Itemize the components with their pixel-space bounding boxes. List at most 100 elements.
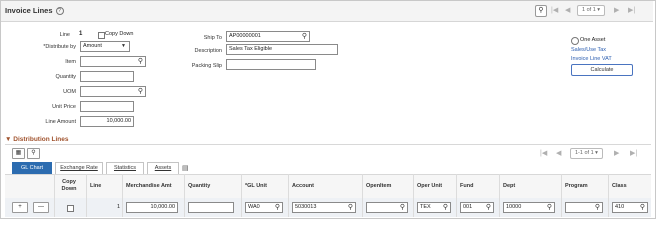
next-page-icon[interactable]: ▶ <box>614 149 619 157</box>
gl-unit-value: WA0 <box>248 204 260 210</box>
item-input[interactable]: ⚲ <box>80 56 146 67</box>
col-program: Program <box>565 183 588 189</box>
tab-statistics[interactable]: Statistics <box>106 162 144 174</box>
search-icon[interactable]: ⚲ <box>640 203 645 212</box>
copy-down-label: Copy Down <box>105 31 134 37</box>
search-icon[interactable]: ⚲ <box>348 203 353 212</box>
col-line: Line <box>90 183 102 189</box>
account-input[interactable]: 5030013 ⚲ <box>292 202 356 213</box>
invoice-line-vat-link[interactable]: Invoice Line VAT <box>571 56 612 62</box>
divider <box>54 174 55 217</box>
header-pager[interactable]: 1 of 1 ▾ <box>577 5 606 16</box>
row-line-value: 1 <box>117 204 121 210</box>
class-input[interactable]: 410 ⚲ <box>612 202 648 213</box>
program-input[interactable]: ⚲ <box>565 202 603 213</box>
distribution-lines-title: Distribution Lines <box>13 136 69 143</box>
line-amount-input[interactable]: 10,000.00 <box>80 116 134 127</box>
search-icon[interactable]: ⚲ <box>302 32 307 41</box>
sales-use-tax-link[interactable]: Sales/Use Tax <box>571 47 606 53</box>
item-label: Item <box>65 59 76 65</box>
ship-to-input[interactable]: AP00000001 ⚲ <box>226 31 310 42</box>
show-all-columns-icon[interactable]: ▤ <box>182 164 189 172</box>
gl-unit-input[interactable]: WA0 ⚲ <box>245 202 283 213</box>
line-label: Line <box>59 32 70 38</box>
previous-page-icon[interactable]: ◀ <box>556 149 561 157</box>
unit-price-input[interactable] <box>80 101 134 112</box>
last-page-icon[interactable]: ▶| <box>628 6 635 14</box>
last-page-icon[interactable]: ▶| <box>630 149 637 157</box>
open-item-input[interactable]: ⚲ <box>366 202 408 213</box>
row-quantity-input[interactable] <box>188 202 234 213</box>
dept-value: 10000 <box>506 204 522 210</box>
description-input[interactable]: Sales Tax Eligible <box>226 44 338 55</box>
tab-exchange-rate[interactable]: Exchange Rate <box>55 162 103 174</box>
divider <box>608 174 609 217</box>
first-page-icon[interactable]: |◀ <box>540 149 547 157</box>
oper-unit-input[interactable]: TEX ⚲ <box>417 202 451 213</box>
ship-to-label: Ship To <box>203 35 222 41</box>
next-page-icon[interactable]: ▶ <box>614 6 619 14</box>
search-icon[interactable]: ⚲ <box>547 203 552 212</box>
col-fund: Fund <box>460 183 474 189</box>
distribute-by-value: Amount <box>83 43 102 49</box>
distribution-lines-section[interactable]: ▼ Distribution Lines <box>5 136 69 143</box>
uom-input[interactable]: ⚲ <box>80 86 146 97</box>
search-icon[interactable]: ⚲ <box>535 5 547 17</box>
fund-value: 001 <box>463 204 473 210</box>
search-icon[interactable]: ⚲ <box>275 203 280 212</box>
divider <box>456 174 457 217</box>
tab-gl-chart[interactable]: GL Chart <box>12 162 52 174</box>
help-icon[interactable]: ? <box>55 7 64 15</box>
ship-to-value: AP00000001 <box>229 33 261 39</box>
divider <box>362 174 363 217</box>
first-page-icon[interactable]: |◀ <box>551 6 558 14</box>
divider <box>184 174 185 217</box>
search-icon[interactable]: ⚲ <box>27 148 40 159</box>
description-label: Description <box>194 48 222 54</box>
one-asset-label: One Asset <box>580 37 606 43</box>
search-icon[interactable]: ⚲ <box>138 57 143 66</box>
divider <box>288 174 289 217</box>
distribute-by-label: *Distribute by <box>43 44 76 50</box>
divider <box>86 174 87 217</box>
chevron-down-icon: ▼ <box>121 43 126 49</box>
grid-personalize-icon[interactable]: ▦ <box>12 148 25 159</box>
dept-input[interactable]: 10000 ⚲ <box>503 202 555 213</box>
collapse-triangle-icon[interactable]: ▼ <box>5 136 11 143</box>
row-copy-down-checkbox[interactable] <box>67 205 74 212</box>
calculate-button[interactable]: Calculate <box>571 64 633 76</box>
divider <box>413 174 414 217</box>
add-row-button[interactable]: + <box>12 202 28 213</box>
previous-page-icon[interactable]: ◀ <box>565 6 570 14</box>
col-open-item: OpenItem <box>366 183 392 189</box>
col-account: Account <box>292 183 314 189</box>
divider <box>122 174 123 217</box>
page-title: Invoice Lines? <box>5 6 64 15</box>
header-pager-text: 1 of 1 <box>582 7 596 13</box>
col-oper-unit: Oper Unit <box>417 183 443 189</box>
unit-price-label: Unit Price <box>52 104 76 110</box>
tab-assets[interactable]: Assets <box>147 162 179 174</box>
merchandise-amt-input[interactable]: 10,000.00 <box>126 202 178 213</box>
col-quantity: Quantity <box>188 183 211 189</box>
copy-down-checkbox[interactable] <box>98 32 105 39</box>
search-icon[interactable]: ⚲ <box>486 203 491 212</box>
delete-row-button[interactable]: — <box>33 202 49 213</box>
oper-unit-value: TEX <box>420 204 431 210</box>
grid-header <box>5 174 651 200</box>
one-asset-radio[interactable] <box>571 37 579 45</box>
search-icon[interactable]: ⚲ <box>138 87 143 96</box>
distribution-pager[interactable]: 1-1 of 1 ▾ <box>570 148 603 159</box>
fund-input[interactable]: 001 ⚲ <box>460 202 494 213</box>
packing-slip-input[interactable] <box>226 59 316 70</box>
quantity-input[interactable] <box>80 71 134 82</box>
search-icon[interactable]: ⚲ <box>595 203 600 212</box>
line-value: 1 <box>79 31 83 37</box>
class-value: 410 <box>615 204 625 210</box>
quantity-label: Quantity <box>55 74 76 80</box>
divider <box>499 174 500 217</box>
search-icon[interactable]: ⚲ <box>443 203 448 212</box>
distribute-by-select[interactable]: Amount ▼ <box>80 41 130 52</box>
line-amount-label: Line Amount <box>45 119 76 125</box>
search-icon[interactable]: ⚲ <box>400 203 405 212</box>
